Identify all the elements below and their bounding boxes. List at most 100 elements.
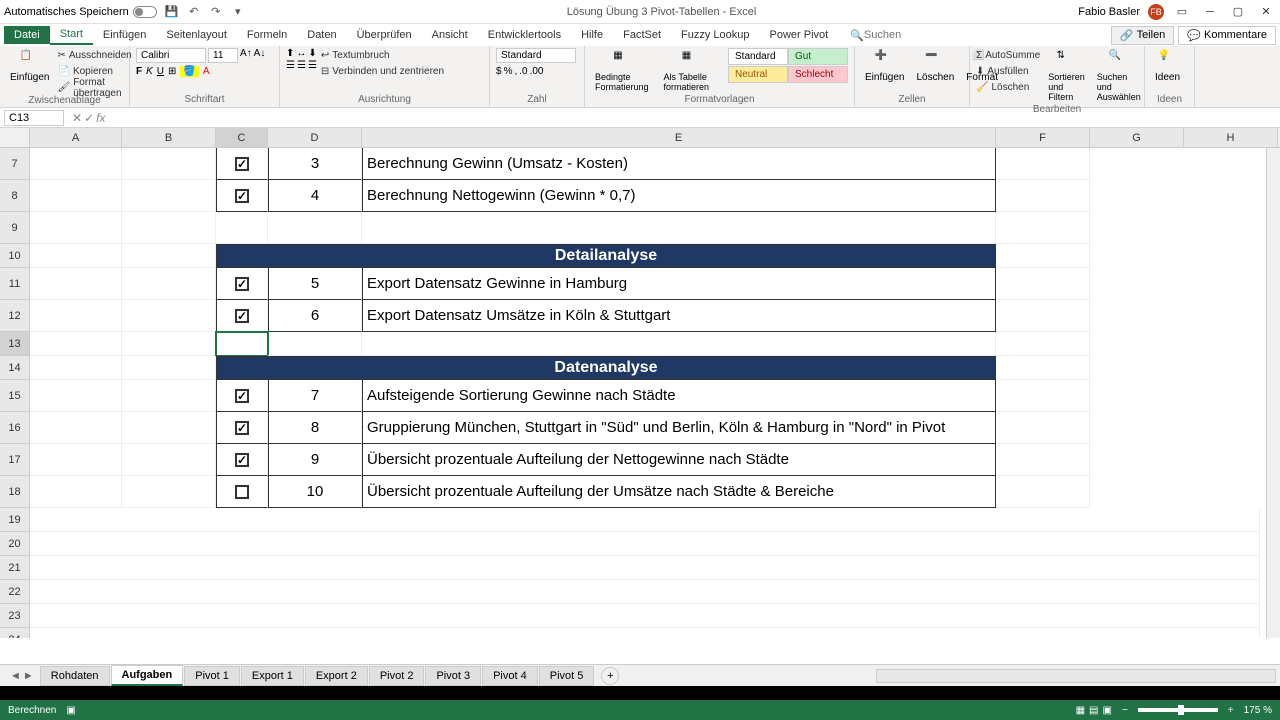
cell[interactable] [996,356,1090,380]
tab-powerpivot[interactable]: Power Pivot [760,26,839,44]
row-header-19[interactable]: 19 [0,508,30,532]
normal-view-icon[interactable]: ▦ [1076,705,1085,716]
cell[interactable] [996,332,1090,356]
number-format-select[interactable] [496,48,576,63]
font-shrink-icon[interactable]: A↓ [254,48,266,63]
cell-num[interactable]: 5 [268,268,362,300]
cell[interactable] [30,180,122,212]
cell[interactable] [30,300,122,332]
sheet-tab-active[interactable]: Aufgaben [111,665,184,686]
insert-cells-button[interactable]: ➕Einfügen [861,48,908,94]
cell[interactable] [30,628,1260,638]
font-size-select[interactable] [208,48,238,63]
cell[interactable] [30,212,122,244]
sheet-tab[interactable]: Pivot 5 [539,666,595,686]
cell[interactable] [122,476,216,508]
cell[interactable] [30,244,122,268]
confirm-formula-icon[interactable]: ✓ [84,111,94,125]
toggle-switch[interactable] [133,6,157,18]
align-left-icon[interactable]: ☰ [286,60,295,71]
tab-einfuegen[interactable]: Einfügen [93,26,156,44]
clear-button[interactable]: 🧹 Löschen [976,80,1040,95]
align-top-icon[interactable]: ⬆ [286,48,294,59]
cell[interactable] [122,148,216,180]
section-header[interactable]: Datenanalyse [216,356,996,380]
sheet-tab[interactable]: Pivot 1 [184,666,240,686]
cell[interactable] [30,604,1260,628]
row-header-12[interactable]: 12 [0,300,30,332]
align-bot-icon[interactable]: ⬇ [308,48,316,59]
cell[interactable] [30,268,122,300]
cell[interactable] [122,300,216,332]
table-format-button[interactable]: ▦Als Tabelle formatieren [660,48,724,94]
zoom-level[interactable]: 175 % [1244,705,1272,716]
align-right-icon[interactable]: ☰ [308,60,317,71]
cell[interactable] [996,476,1090,508]
sheet-tab[interactable]: Export 1 [241,666,304,686]
tab-ueberpruefen[interactable]: Überprüfen [347,26,422,44]
cell[interactable] [996,380,1090,412]
select-all-corner[interactable] [0,128,30,147]
style-schlecht[interactable]: Schlecht [788,66,848,83]
spreadsheet-grid[interactable]: A B C D E F G H 7 3 Berechnung Gewinn (U… [0,128,1280,638]
conditional-format-button[interactable]: ▦Bedingte Formatierung [591,48,656,94]
add-sheet-button[interactable]: + [601,667,619,685]
autosave-toggle[interactable]: Automatisches Speichern [4,6,157,18]
tab-formeln[interactable]: Formeln [237,26,297,44]
cell-num[interactable]: 9 [268,444,362,476]
name-box[interactable] [4,110,64,126]
row-header-18[interactable]: 18 [0,476,30,508]
row-header-8[interactable]: 8 [0,180,30,212]
tab-factset[interactable]: FactSet [613,26,671,44]
cell[interactable] [996,148,1090,180]
close-icon[interactable]: ✕ [1256,2,1276,22]
cell[interactable] [122,244,216,268]
cell-num[interactable]: 10 [268,476,362,508]
cell-num[interactable]: 4 [268,180,362,212]
find-select-button[interactable]: 🔍Suchen und Auswählen [1093,48,1145,104]
cell[interactable] [122,212,216,244]
cell[interactable] [268,212,362,244]
checkbox-icon[interactable] [235,309,249,323]
delete-cells-button[interactable]: ➖Löschen [912,48,958,94]
cell-checkbox[interactable] [216,300,268,332]
vertical-scrollbar[interactable] [1266,148,1280,638]
row-header-23[interactable]: 23 [0,604,30,628]
underline-button[interactable]: U [157,66,164,77]
cell[interactable] [122,332,216,356]
tab-daten[interactable]: Daten [297,26,346,44]
col-header-b[interactable]: B [122,128,216,147]
fx-icon[interactable]: fx [96,111,105,125]
cell[interactable] [30,476,122,508]
cell-checkbox[interactable] [216,444,268,476]
cell[interactable] [996,244,1090,268]
cell[interactable] [30,148,122,180]
cell[interactable] [996,412,1090,444]
tab-fuzzy[interactable]: Fuzzy Lookup [671,26,759,44]
format-painter-button[interactable]: 🖌 Format übertragen [57,80,131,95]
redo-icon[interactable]: ↷ [209,5,223,19]
row-header-13[interactable]: 13 [0,332,30,356]
checkbox-icon[interactable] [235,389,249,403]
sheet-tab[interactable]: Rohdaten [40,666,110,686]
col-header-e[interactable]: E [362,128,996,147]
cell[interactable] [30,380,122,412]
ideas-button[interactable]: 💡Ideen [1151,48,1184,94]
row-header-16[interactable]: 16 [0,412,30,444]
row-header-7[interactable]: 7 [0,148,30,180]
cell-checkbox[interactable] [216,380,268,412]
fill-button[interactable]: ⬇ Ausfüllen [976,64,1040,79]
ribbon-display-icon[interactable]: ▭ [1172,2,1192,22]
row-header-10[interactable]: 10 [0,244,30,268]
maximize-icon[interactable]: ▢ [1228,2,1248,22]
style-neutral[interactable]: Neutral [728,66,788,83]
col-header-d[interactable]: D [268,128,362,147]
font-color-button[interactable]: A [203,66,210,77]
cell[interactable] [996,444,1090,476]
zoom-in-icon[interactable]: + [1228,705,1234,716]
cell[interactable] [122,268,216,300]
cell-text[interactable]: Berechnung Nettogewinn (Gewinn * 0,7) [362,180,996,212]
section-header[interactable]: Detailanalyse [216,244,996,268]
cell[interactable] [362,212,996,244]
save-icon[interactable]: 💾 [165,5,179,19]
